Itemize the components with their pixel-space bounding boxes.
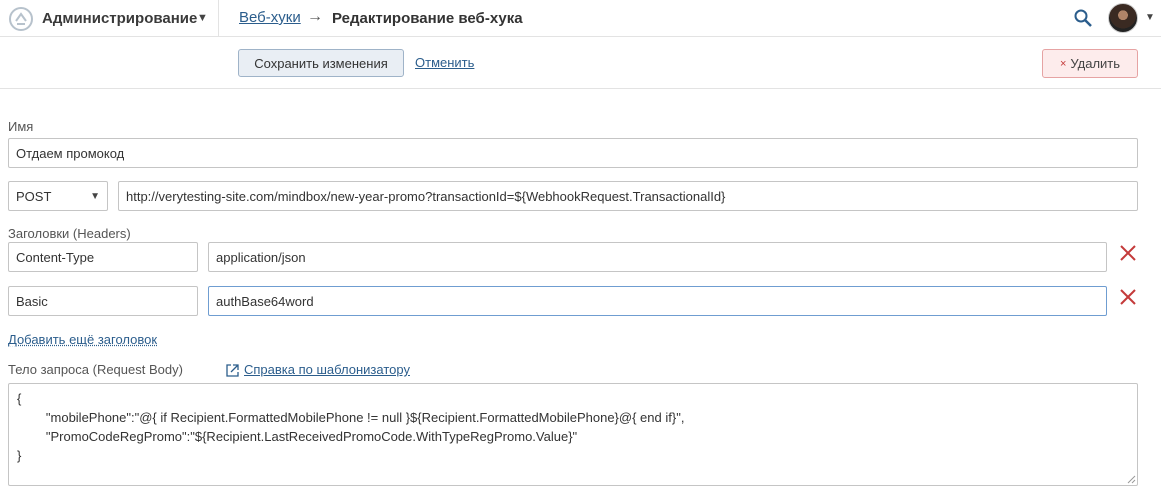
chevron-down-icon: ▼	[90, 190, 100, 202]
cancel-link[interactable]: Отменить	[415, 55, 474, 70]
header-name-input[interactable]: Content-Type	[8, 242, 198, 272]
avatar[interactable]	[1108, 3, 1138, 33]
app-title[interactable]: Администрирование	[42, 10, 197, 27]
top-bar: Администрирование ▼ Веб-хуки → Редактиро…	[0, 0, 1161, 37]
name-label: Имя	[8, 119, 34, 134]
headers-label: Заголовки (Headers)	[8, 226, 131, 241]
user-menu-chevron-icon[interactable]: ▼	[1145, 12, 1155, 23]
body-line: "mobilePhone":"@{ if Recipient.Formatted…	[17, 410, 685, 425]
delete-button[interactable]: × Удалить	[1042, 49, 1138, 78]
breadcrumb-webhooks-link[interactable]: Веб-хуки	[239, 9, 301, 26]
url-input[interactable]: http://verytesting-site.com/mindbox/new-…	[118, 181, 1138, 211]
header-value-input[interactable]: authBase64word	[208, 286, 1107, 316]
add-header-link[interactable]: Добавить ещё заголовок	[8, 332, 157, 347]
method-value: POST	[16, 188, 52, 204]
body-line: "PromoCodeRegPromo":"${Recipient.LastRec…	[17, 429, 578, 444]
save-button[interactable]: Сохранить изменения	[238, 49, 404, 77]
breadcrumb-arrow: →	[307, 8, 323, 25]
action-bar: Сохранить изменения Отменить × Удалить	[0, 38, 1161, 89]
method-select[interactable]: POST ▼	[8, 181, 108, 211]
body-line: }	[17, 448, 22, 463]
page-title: Редактирование веб-хука	[332, 10, 523, 27]
divider	[218, 0, 219, 37]
close-icon: ×	[1059, 57, 1067, 70]
name-input[interactable]: Отдаем промокод	[8, 138, 1138, 168]
request-body-textarea[interactable]: { "mobilePhone":"@{ if Recipient.Formatt…	[8, 383, 1138, 486]
resize-handle-icon[interactable]	[1126, 474, 1136, 484]
header-name-input[interactable]: Basic	[8, 286, 198, 316]
external-link-icon[interactable]	[225, 363, 240, 378]
template-help-link[interactable]: Справка по шаблонизатору	[244, 362, 410, 377]
header-value-input[interactable]: application/json	[208, 242, 1107, 272]
body-label: Тело запроса (Request Body)	[8, 362, 183, 377]
remove-header-icon[interactable]	[1118, 243, 1138, 263]
chevron-down-icon[interactable]: ▼	[197, 12, 208, 24]
delete-label: Удалить	[1070, 56, 1121, 71]
app-logo-icon[interactable]	[8, 6, 34, 32]
search-icon[interactable]	[1073, 8, 1093, 28]
body-line: {	[17, 391, 22, 406]
remove-header-icon[interactable]	[1118, 287, 1138, 307]
